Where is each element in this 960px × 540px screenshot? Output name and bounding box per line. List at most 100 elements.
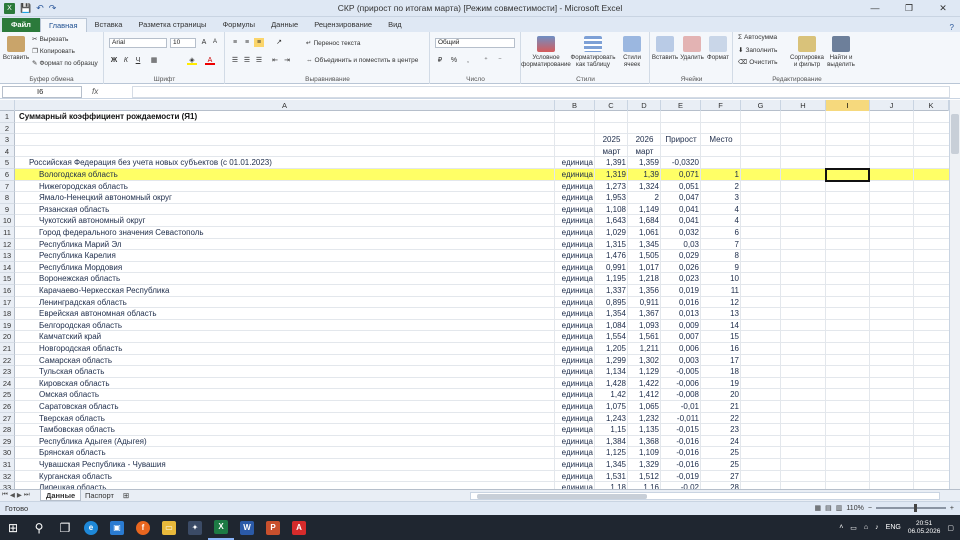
store-icon[interactable]: ▣: [104, 515, 130, 540]
cell-d-25[interactable]: 1,412: [628, 389, 661, 401]
cell-b-31[interactable]: единица: [555, 459, 595, 471]
cell-e-7[interactable]: 0,051: [661, 181, 701, 193]
cell-f-30[interactable]: 25: [701, 447, 741, 459]
cell-f-33[interactable]: 28: [701, 482, 741, 489]
cell-d-22[interactable]: 1,302: [628, 355, 661, 367]
cell-a-26[interactable]: Саратовская область: [15, 401, 555, 413]
cell-f-16[interactable]: 11: [701, 285, 741, 297]
table-row[interactable]: Республика Марий Эл единица 1,315 1,345 0,03…: [15, 239, 949, 251]
align-center-icon[interactable]: ☰: [242, 56, 252, 65]
cell-d-19[interactable]: 1,093: [628, 320, 661, 332]
cell-c-5[interactable]: 1,391: [595, 157, 628, 169]
row-header[interactable]: 26: [0, 401, 15, 413]
cell-a-30[interactable]: Брянская область: [15, 447, 555, 459]
cell-d-3[interactable]: 2026: [628, 134, 661, 146]
cell-c-25[interactable]: 1,42: [595, 389, 628, 401]
battery-icon[interactable]: ▭: [850, 524, 857, 532]
thousands-icon[interactable]: ,: [463, 56, 473, 65]
cell-e-25[interactable]: -0,008: [661, 389, 701, 401]
cell-d-5[interactable]: 1,359: [628, 157, 661, 169]
close-button[interactable]: ✕: [926, 0, 960, 17]
cell-b-10[interactable]: единица: [555, 215, 595, 227]
column-header-b[interactable]: B: [555, 100, 595, 111]
cell-b-26[interactable]: единица: [555, 401, 595, 413]
row-header[interactable]: 2: [0, 122, 15, 135]
cell-f-13[interactable]: 8: [701, 250, 741, 262]
cell-d-8[interactable]: 2: [628, 192, 661, 204]
word-taskbar-icon[interactable]: W: [234, 515, 260, 540]
cell-c-26[interactable]: 1,075: [595, 401, 628, 413]
table-row[interactable]: Новгородская область единица 1,205 1,211 0,0…: [15, 343, 949, 355]
table-row[interactable]: Республика Карелия единица 1,476 1,505 0,029…: [15, 250, 949, 262]
borders-icon[interactable]: ▦: [149, 56, 159, 65]
cell-b-6[interactable]: единица: [555, 169, 595, 181]
cell-c-17[interactable]: 0,895: [595, 297, 628, 309]
cell-f-32[interactable]: 27: [701, 471, 741, 483]
cut-button[interactable]: ✂ Вырезать: [32, 35, 68, 44]
table-row[interactable]: Курганская область единица 1,531 1,512 -0,01…: [15, 471, 949, 483]
last-sheet-icon[interactable]: ⏭: [24, 491, 30, 499]
cell-a-11[interactable]: Город федерального значения Севастополь: [15, 227, 555, 239]
cell-d-31[interactable]: 1,329: [628, 459, 661, 471]
cell-d-23[interactable]: 1,129: [628, 366, 661, 378]
horizontal-scroll-thumb[interactable]: [477, 494, 647, 499]
cell-a-7[interactable]: Нижегородская область: [15, 181, 555, 193]
tab-review[interactable]: Рецензирование: [306, 18, 380, 32]
cell-e-9[interactable]: 0,041: [661, 204, 701, 216]
cell-c-20[interactable]: 1,554: [595, 331, 628, 343]
sort-filter-button[interactable]: Сортировка и фильтр: [790, 36, 824, 68]
table-row[interactable]: Брянская область единица 1,125 1,109 -0,016 2…: [15, 447, 949, 459]
cell-c-32[interactable]: 1,531: [595, 471, 628, 483]
cell-a-15[interactable]: Воронежская область: [15, 273, 555, 285]
cell-c-16[interactable]: 1,337: [595, 285, 628, 297]
table-row[interactable]: Республика Мордовия единица 0,991 1,017 0,02…: [15, 262, 949, 274]
cell-b-14[interactable]: единица: [555, 262, 595, 274]
row-header[interactable]: 20: [0, 331, 15, 343]
cell-c-3[interactable]: 2025: [595, 134, 628, 146]
cell-d-13[interactable]: 1,505: [628, 250, 661, 262]
cell-f-15[interactable]: 10: [701, 273, 741, 285]
table-row[interactable]: Ямало-Ненецкий автономный округ единица 1,…: [15, 192, 949, 204]
cell-b-25[interactable]: единица: [555, 389, 595, 401]
cell-e-33[interactable]: -0,02: [661, 482, 701, 489]
firefox-icon[interactable]: f: [130, 515, 156, 540]
fill-color-icon[interactable]: ◈: [187, 56, 197, 65]
prev-sheet-icon[interactable]: ◀: [10, 491, 15, 499]
cell-d-30[interactable]: 1,109: [628, 447, 661, 459]
align-middle-icon[interactable]: ≡: [242, 38, 252, 47]
row-header[interactable]: 18: [0, 308, 15, 320]
search-icon[interactable]: ⚲: [26, 515, 52, 540]
cell-d-15[interactable]: 1,218: [628, 273, 661, 285]
cell-e-13[interactable]: 0,029: [661, 250, 701, 262]
cell-c-18[interactable]: 1,354: [595, 308, 628, 320]
cell-e-6[interactable]: 0,071: [661, 169, 701, 181]
font-color-icon[interactable]: A: [205, 56, 215, 65]
table-row[interactable]: Самарская область единица 1,299 1,302 0,003 1…: [15, 355, 949, 367]
cell-c-29[interactable]: 1,384: [595, 436, 628, 448]
cell-a-13[interactable]: Республика Карелия: [15, 250, 555, 262]
fill-button[interactable]: ⬇ Заполнить: [738, 46, 777, 55]
cell-c-10[interactable]: 1,643: [595, 215, 628, 227]
first-sheet-icon[interactable]: ⏮: [2, 491, 8, 499]
table-row[interactable]: Вологодская область единица 1,319 1,39 0,071…: [15, 169, 949, 181]
cell-f-11[interactable]: 6: [701, 227, 741, 239]
tab-formulas[interactable]: Формулы: [214, 18, 263, 32]
cell-f-26[interactable]: 21: [701, 401, 741, 413]
cell-b-23[interactable]: единица: [555, 366, 595, 378]
cell-b-11[interactable]: единица: [555, 227, 595, 239]
cell-a-17[interactable]: Ленинградская область: [15, 297, 555, 309]
column-header-c[interactable]: C: [595, 100, 628, 111]
cell-f-25[interactable]: 20: [701, 389, 741, 401]
cell-d-24[interactable]: 1,422: [628, 378, 661, 390]
cell-f-3[interactable]: Место: [701, 134, 741, 146]
worksheet-grid[interactable]: ABCDEFGHIJK 1 Суммарный коэффициент рожда…: [0, 100, 949, 489]
cell-c-19[interactable]: 1,084: [595, 320, 628, 332]
table-row[interactable]: Нижегородская область единица 1,273 1,324 0,…: [15, 181, 949, 193]
row-header[interactable]: 25: [0, 389, 15, 401]
delete-cells-button[interactable]: Удалить: [679, 36, 705, 61]
cell-c-7[interactable]: 1,273: [595, 181, 628, 193]
cell-f-28[interactable]: 23: [701, 424, 741, 436]
row-header[interactable]: 7: [0, 180, 15, 193]
increase-decimal-icon[interactable]: ⁺: [481, 56, 491, 65]
cell-e-31[interactable]: -0,016: [661, 459, 701, 471]
